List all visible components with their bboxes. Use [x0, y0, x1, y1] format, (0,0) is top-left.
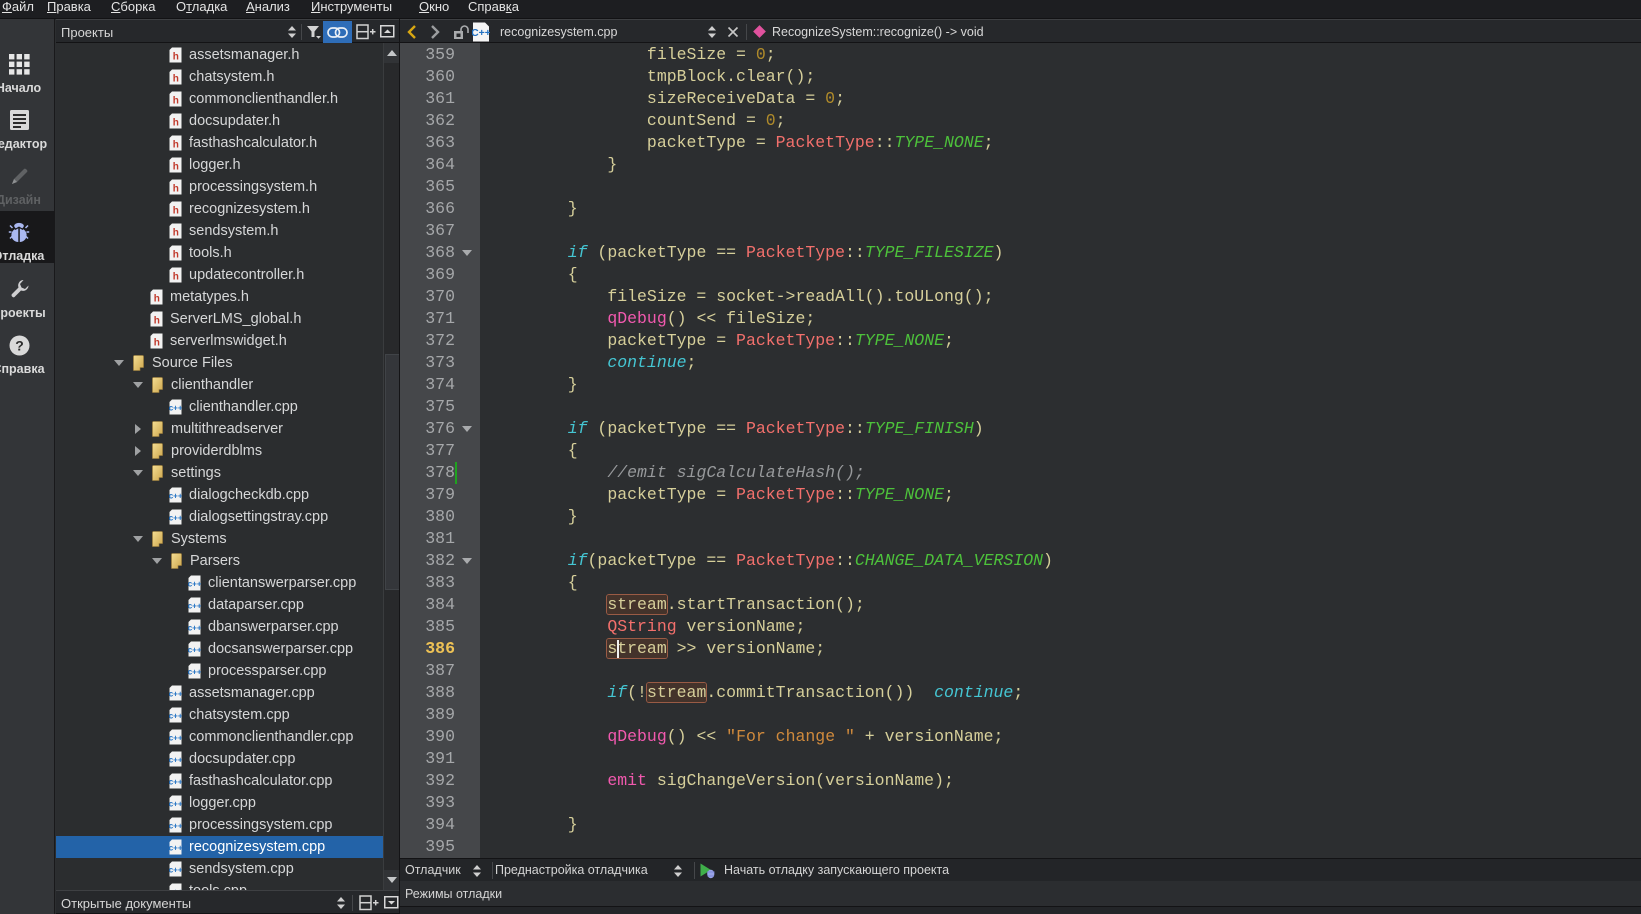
svg-text:h: h [172, 96, 178, 107]
svg-text:h: h [153, 338, 159, 349]
svg-text:c++: c++ [169, 514, 182, 523]
svg-text:h: h [172, 206, 178, 217]
svg-text:h: h [172, 272, 178, 283]
svg-text:C++: C++ [472, 27, 490, 39]
svg-text:h: h [153, 316, 159, 327]
svg-text:c++: c++ [169, 778, 182, 787]
svg-text:c++: c++ [169, 822, 182, 831]
svg-text:h: h [172, 250, 178, 261]
svg-text:c++: c++ [169, 690, 182, 699]
svg-text:h: h [172, 162, 178, 173]
svg-text:h: h [153, 294, 159, 305]
svg-text:c++: c++ [169, 844, 182, 853]
svg-text:h: h [172, 184, 178, 195]
svg-text:c++: c++ [169, 866, 182, 875]
svg-text:h: h [172, 140, 178, 151]
svg-text:c++: c++ [188, 624, 201, 633]
svg-text:c++: c++ [169, 712, 182, 721]
svg-text:c++: c++ [188, 668, 201, 677]
svg-text:c++: c++ [188, 602, 201, 611]
svg-text:h: h [172, 52, 178, 63]
svg-text:c++: c++ [188, 580, 201, 589]
svg-text:?: ? [15, 337, 24, 353]
svg-text:c++: c++ [169, 800, 182, 809]
svg-text:c++: c++ [169, 734, 182, 743]
svg-text:h: h [172, 118, 178, 129]
svg-text:c++: c++ [169, 492, 182, 501]
svg-text:h: h [172, 74, 178, 85]
svg-text:h: h [172, 228, 178, 239]
svg-text:c++: c++ [188, 646, 201, 655]
svg-text:c++: c++ [169, 404, 182, 413]
svg-text:c++: c++ [169, 756, 182, 765]
